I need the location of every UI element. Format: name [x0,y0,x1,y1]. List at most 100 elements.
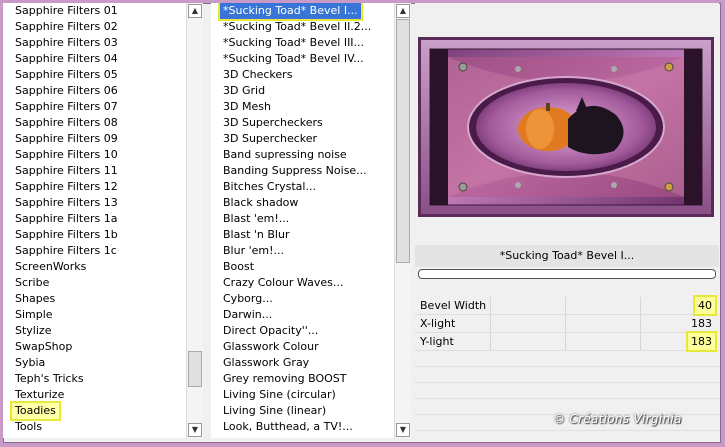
category-item[interactable]: Texturize [3,387,203,403]
category-item[interactable]: Toadies [3,401,203,421]
filter-item[interactable]: Living Sine (linear) [211,403,411,419]
category-item[interactable]: Scribe [3,275,203,291]
category-item[interactable]: Sapphire Filters 04 [3,51,203,67]
param-row[interactable]: Y-light 183 [415,331,719,352]
empty-param-row [415,383,719,399]
category-item[interactable]: Sapphire Filters 06 [3,83,203,99]
filter-item[interactable]: *Sucking Toad* Bevel IV... [211,51,411,67]
category-item[interactable]: Sapphire Filters 03 [3,35,203,51]
filter-item[interactable]: *Sucking Toad* Bevel III... [211,35,411,51]
filter-item-label: Glasswork Colour [223,340,319,353]
category-item[interactable]: Tools [3,419,203,435]
category-item-label: Sapphire Filters 08 [15,116,118,129]
category-item[interactable]: Stylize [3,323,203,339]
filter-item-label: Glasswork Gray [223,356,310,369]
filter-item[interactable]: Blur 'em!... [211,243,411,259]
filter-item[interactable]: Blast 'n Blur [211,227,411,243]
filter-item-label: *Sucking Toad* Bevel III... [223,36,365,49]
category-item[interactable]: Teph's Tricks [3,371,203,387]
category-item[interactable]: Sapphire Filters 1a [3,211,203,227]
category-item[interactable]: Sapphire Filters 10 [3,147,203,163]
filter-item[interactable]: Glasswork Gray [211,355,411,371]
filter-item-label: Living Sine (linear) [223,404,327,417]
category-item[interactable]: Sapphire Filters 13 [3,195,203,211]
category-scrollbar[interactable]: ▲ ▼ [186,3,203,438]
param-value[interactable]: 183 [688,315,715,332]
filter-item[interactable]: Boost [211,259,411,275]
filter-item[interactable]: 3D Mesh [211,99,411,115]
filter-list[interactable]: *Sucking Toad* Bevel I... *Sucking Toad* … [211,3,411,438]
filter-items: *Sucking Toad* Bevel I... *Sucking Toad* … [211,3,411,435]
category-item[interactable]: Sapphire Filters 11 [3,163,203,179]
filter-item[interactable]: Crazy Colour Waves... [211,275,411,291]
filter-item[interactable]: Cyborg... [211,291,411,307]
category-item-label: Teph's Tricks [15,372,84,385]
filter-item[interactable]: Bitches Crystal... [211,179,411,195]
filter-item[interactable]: Band supressing noise [211,147,411,163]
category-list[interactable]: Sapphire Filters 01 Sapphire Filters 02 Sa… [3,3,203,438]
category-item-label: Scribe [15,276,50,289]
filter-item-label: *Sucking Toad* Bevel II.2... [223,20,372,33]
category-item[interactable]: Sapphire Filters 08 [3,115,203,131]
filter-item[interactable]: Grey removing BOOST [211,371,411,387]
scroll-thumb[interactable] [188,351,202,387]
category-item[interactable]: Sybia [3,355,203,371]
filter-item[interactable]: Glasswork Colour [211,339,411,355]
filter-item[interactable]: 3D Checkers [211,67,411,83]
scroll-up-icon[interactable]: ▲ [396,4,410,18]
category-item-label: Sapphire Filters 12 [15,180,118,193]
filter-item[interactable]: 3D Grid [211,83,411,99]
category-item[interactable]: Shapes [3,291,203,307]
scroll-up-icon[interactable]: ▲ [188,4,202,18]
filter-item-label: Banding Suppress Noise... [223,164,367,177]
category-item-label: Simple [15,308,53,321]
category-item[interactable]: SwapShop [3,339,203,355]
category-item-label: Sapphire Filters 13 [15,196,118,209]
category-item[interactable]: Sapphire Filters 12 [3,179,203,195]
param-value[interactable]: 40 [693,295,717,316]
filter-item[interactable]: Direct Opacity''... [211,323,411,339]
category-item[interactable]: Simple [3,307,203,323]
category-item[interactable]: Sapphire Filters 02 [3,19,203,35]
filter-item[interactable]: 3D Superchecker [211,131,411,147]
filter-item[interactable]: Living Sine (circular) [211,387,411,403]
filter-item-label: *Sucking Toad* Bevel IV... [223,52,364,65]
filter-panel: *Sucking Toad* Bevel I... Bevel Width 40 X… [415,3,719,438]
filter-item[interactable]: *Sucking Toad* Bevel I... [211,3,411,21]
filter-item-label: Crazy Colour Waves... [223,276,344,289]
category-item[interactable]: Sapphire Filters 05 [3,67,203,83]
filter-item-label: 3D Checkers [223,68,293,81]
category-item[interactable]: Sapphire Filters 1b [3,227,203,243]
category-item[interactable]: Sapphire Filters 1c [3,243,203,259]
category-item-label: Sapphire Filters 1a [15,212,118,225]
filter-item[interactable]: Darwin... [211,307,411,323]
filter-item-label: Cyborg... [223,292,273,305]
filter-item[interactable]: Blast 'em!... [211,211,411,227]
filter-scrollbar[interactable]: ▲ ▼ [394,3,411,438]
filter-item-label: Look, Butthead, a TV!... [223,420,353,433]
progress-bar [418,269,716,279]
filter-item[interactable]: Black shadow [211,195,411,211]
category-item-label: Sapphire Filters 09 [15,132,118,145]
param-row[interactable]: Bevel Width 40 [415,295,719,316]
filter-item[interactable]: 3D Supercheckers [211,115,411,131]
scroll-down-icon[interactable]: ▼ [396,423,410,437]
category-item[interactable]: Sapphire Filters 07 [3,99,203,115]
filter-item[interactable]: *Sucking Toad* Bevel II.2... [211,19,411,35]
scroll-down-icon[interactable]: ▼ [188,423,202,437]
filter-item-label: Living Sine (circular) [223,388,336,401]
filter-item[interactable]: Look, Butthead, a TV!... [211,419,411,435]
empty-param-row [415,367,719,383]
category-item-label: Sapphire Filters 07 [15,100,118,113]
param-value[interactable]: 183 [686,331,717,352]
scroll-thumb[interactable] [396,19,410,263]
category-item-label: Sapphire Filters 10 [15,148,118,161]
category-item[interactable]: Sapphire Filters 09 [3,131,203,147]
filter-item-label: Band supressing noise [223,148,347,161]
param-row[interactable]: X-light 183 [415,315,719,333]
category-item[interactable]: ScreenWorks [3,259,203,275]
filter-item[interactable]: Banding Suppress Noise... [211,163,411,179]
filter-item-label: Blur 'em!... [223,244,284,257]
category-item-label: Texturize [15,388,65,401]
category-item[interactable]: Sapphire Filters 01 [3,3,203,19]
